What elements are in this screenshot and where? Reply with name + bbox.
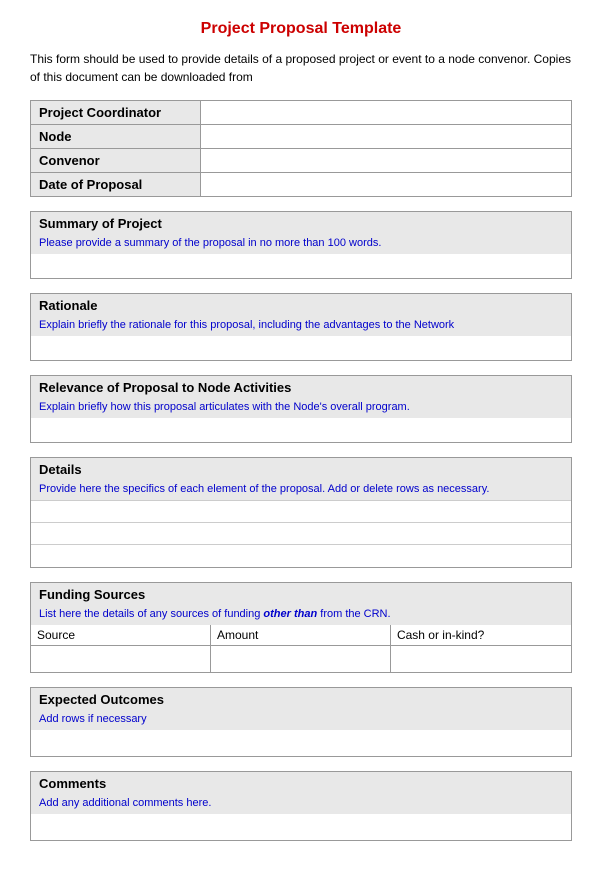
details-row-3[interactable] (31, 545, 571, 567)
page-title: Project Proposal Template (30, 20, 572, 38)
funding-header: Funding Sources (31, 583, 571, 606)
info-label: Project Coordinator (31, 101, 201, 125)
details-header: Details (31, 458, 571, 481)
details-rows-table (31, 500, 571, 567)
funding-col-amount-header: Amount (211, 625, 391, 645)
comments-body[interactable] (31, 814, 571, 840)
summary-subtext: Please provide a summary of the proposal… (31, 235, 571, 254)
relevance-body[interactable] (31, 418, 571, 442)
details-subtext: Provide here the specifics of each eleme… (31, 481, 571, 500)
info-row: Convenor (31, 149, 572, 173)
comments-header: Comments (31, 772, 571, 795)
outcomes-header: Expected Outcomes (31, 688, 571, 711)
relevance-header: Relevance of Proposal to Node Activities (31, 376, 571, 399)
funding-body: Source Amount Cash or in-kind? (31, 625, 571, 672)
summary-header: Summary of Project (31, 212, 571, 235)
funding-data-row-1[interactable] (31, 646, 571, 672)
funding-cash-cell-1[interactable] (391, 646, 571, 672)
info-label: Date of Proposal (31, 173, 201, 197)
funding-col-headers: Source Amount Cash or in-kind? (31, 625, 571, 646)
details-body (31, 500, 571, 567)
outcomes-subtext: Add rows if necessary (31, 711, 571, 730)
funding-col-source-header: Source (31, 625, 211, 645)
funding-col-cash-header: Cash or in-kind? (391, 625, 571, 645)
info-table: Project CoordinatorNodeConvenorDate of P… (30, 100, 572, 197)
info-row: Date of Proposal (31, 173, 572, 197)
funding-subtext-em: other than (263, 608, 317, 620)
info-label: Convenor (31, 149, 201, 173)
rationale-subtext: Explain briefly the rationale for this p… (31, 317, 571, 336)
intro-text: This form should be used to provide deta… (30, 50, 572, 86)
summary-body[interactable] (31, 254, 571, 278)
funding-amount-cell-1[interactable] (211, 646, 391, 672)
relevance-subtext: Explain briefly how this proposal articu… (31, 399, 571, 418)
info-row: Project Coordinator (31, 101, 572, 125)
comments-section: Comments Add any additional comments her… (30, 771, 572, 841)
info-value[interactable] (201, 149, 572, 173)
info-row: Node (31, 125, 572, 149)
info-value[interactable] (201, 173, 572, 197)
details-section: Details Provide here the specifics of ea… (30, 457, 572, 568)
relevance-section: Relevance of Proposal to Node Activities… (30, 375, 572, 443)
info-value[interactable] (201, 125, 572, 149)
comments-subtext: Add any additional comments here. (31, 795, 571, 814)
details-row-1[interactable] (31, 501, 571, 523)
outcomes-section: Expected Outcomes Add rows if necessary (30, 687, 572, 757)
outcomes-body[interactable] (31, 730, 571, 756)
funding-source-cell-1[interactable] (31, 646, 211, 672)
funding-subtext: List here the details of any sources of … (31, 606, 571, 625)
info-label: Node (31, 125, 201, 149)
funding-subtext-pre: List here the details of any sources of … (39, 608, 263, 620)
info-value[interactable] (201, 101, 572, 125)
rationale-header: Rationale (31, 294, 571, 317)
rationale-body[interactable] (31, 336, 571, 360)
rationale-section: Rationale Explain briefly the rationale … (30, 293, 572, 361)
funding-subtext-post: from the CRN. (317, 608, 390, 620)
details-row-2[interactable] (31, 523, 571, 545)
summary-section: Summary of Project Please provide a summ… (30, 211, 572, 279)
funding-section: Funding Sources List here the details of… (30, 582, 572, 673)
